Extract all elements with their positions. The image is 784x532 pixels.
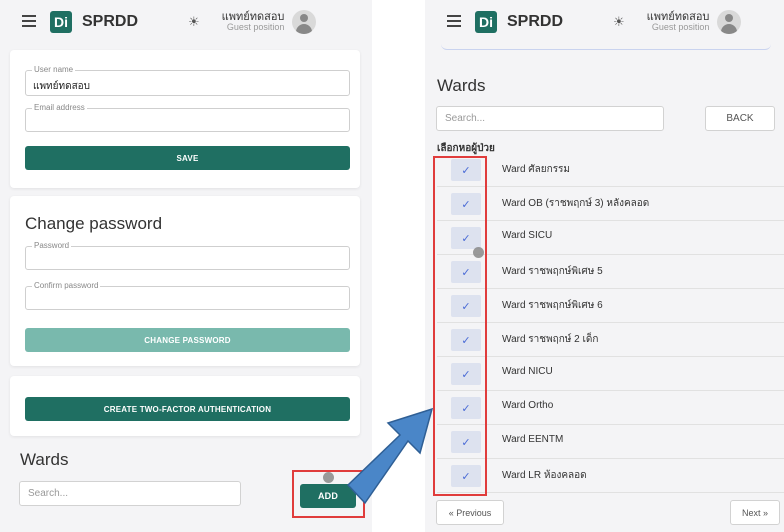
password-label: Password — [32, 241, 72, 250]
avatar[interactable] — [292, 10, 317, 34]
app-logo: Di — [50, 11, 72, 33]
ward-label: Ward SICU — [502, 230, 553, 241]
ward-row[interactable]: ✓ Ward ราชพฤกษ์ 2 เด็ก — [437, 323, 784, 357]
ward-row[interactable]: ✓ Ward ราชพฤกษ์พิเศษ 5 — [437, 255, 784, 289]
avatar-right[interactable] — [717, 10, 742, 34]
ward-row[interactable]: ✓ Ward SICU — [437, 221, 784, 255]
theme-toggle-icon[interactable]: ☀ — [188, 14, 200, 30]
ward-label: Ward Ortho — [502, 400, 554, 411]
cursor-indicator — [323, 472, 334, 483]
ward-row[interactable]: ✓ Ward EENTM — [437, 425, 784, 459]
username-value: แพทย์ทดสอบ — [33, 81, 91, 92]
wards-dialog-title: Wards — [437, 76, 486, 95]
back-button[interactable]: BACK — [705, 106, 775, 131]
cursor-indicator-right — [473, 247, 484, 258]
dialog-top-edge — [441, 44, 771, 50]
next-page-button[interactable]: Next » — [730, 500, 780, 525]
two-factor-card: CREATE TWO-FACTOR AUTHENTICATION — [10, 376, 360, 436]
confirm-password-label: Confirm password — [32, 281, 101, 290]
top-bar-right: Di SPRDD ☀ แพทย์ทดสอบ Guest position — [425, 0, 784, 44]
email-field[interactable]: Email address — [25, 103, 350, 132]
ward-row[interactable]: ✓ Ward OB (ราชพฤกษ์ 3) หลังคลอด — [437, 187, 784, 221]
theme-toggle-icon-right[interactable]: ☀ — [613, 14, 625, 30]
ward-label: Ward OB (ราชพฤกษ์ 3) หลังคลอด — [502, 198, 650, 209]
wards-search-input[interactable]: Search... — [19, 481, 241, 506]
username-label: User name — [32, 65, 76, 74]
ward-label: Ward LR ห้องคลอด — [502, 470, 587, 481]
menu-icon-right[interactable] — [447, 15, 467, 29]
change-password-title: Change password — [25, 214, 163, 233]
password-field[interactable]: Password — [25, 241, 350, 270]
ward-row[interactable]: ✓ Ward ราชพฤกษ์พิเศษ 6 — [437, 289, 784, 323]
email-label: Email address — [32, 103, 87, 112]
ward-row[interactable]: ✓ Ward ศัลยกรรม — [437, 153, 784, 187]
menu-icon[interactable] — [22, 15, 42, 29]
app-logo-right: Di — [475, 11, 497, 33]
ward-label: Ward ราชพฤกษ์พิเศษ 5 — [502, 266, 603, 277]
user-role-right: Guest position — [651, 22, 710, 33]
profile-settings-panel: Di SPRDD ☀ แพทย์ทดสอบ Guest position Use… — [0, 0, 372, 532]
ward-label: Ward ศัลยกรรม — [502, 164, 571, 175]
wards-title: Wards — [20, 450, 69, 469]
save-button[interactable]: SAVE — [25, 146, 350, 170]
ward-label: Ward NICU — [502, 366, 553, 377]
wards-dialog-panel: Di SPRDD ☀ แพทย์ทดสอบ Guest position War… — [425, 0, 784, 532]
user-info-right: แพทย์ทดสอบ Guest position — [647, 11, 710, 33]
confirm-password-field[interactable]: Confirm password — [25, 281, 350, 310]
ward-row[interactable]: ✓ Ward NICU — [437, 357, 784, 391]
user-info: แพทย์ทดสอบ Guest position — [222, 11, 285, 33]
change-password-card: Change password Password Confirm passwor… — [10, 196, 360, 366]
ward-row[interactable]: ✓ Ward Ortho — [437, 391, 784, 425]
transition-arrow-icon — [346, 407, 434, 505]
ward-label: Ward EENTM — [502, 434, 564, 445]
app-title-right: SPRDD — [507, 13, 564, 30]
top-bar: Di SPRDD ☀ แพทย์ทดสอบ Guest position — [0, 0, 372, 44]
app-title: SPRDD — [82, 13, 139, 30]
ward-label: Ward ราชพฤกษ์ 2 เด็ก — [502, 334, 599, 345]
username-field[interactable]: User name แพทย์ทดสอบ — [25, 65, 350, 96]
ward-label: Ward ราชพฤกษ์พิเศษ 6 — [502, 300, 603, 311]
ward-row[interactable]: ✓ Ward LR ห้องคลอด — [437, 459, 784, 493]
profile-card: User name แพทย์ทดสอบ Email address SAVE — [10, 50, 360, 188]
create-2fa-button[interactable]: CREATE TWO-FACTOR AUTHENTICATION — [25, 397, 350, 421]
change-password-button[interactable]: CHANGE PASSWORD — [25, 328, 350, 352]
user-role: Guest position — [226, 22, 285, 33]
wards-dialog-search-input[interactable]: Search... — [436, 106, 664, 131]
